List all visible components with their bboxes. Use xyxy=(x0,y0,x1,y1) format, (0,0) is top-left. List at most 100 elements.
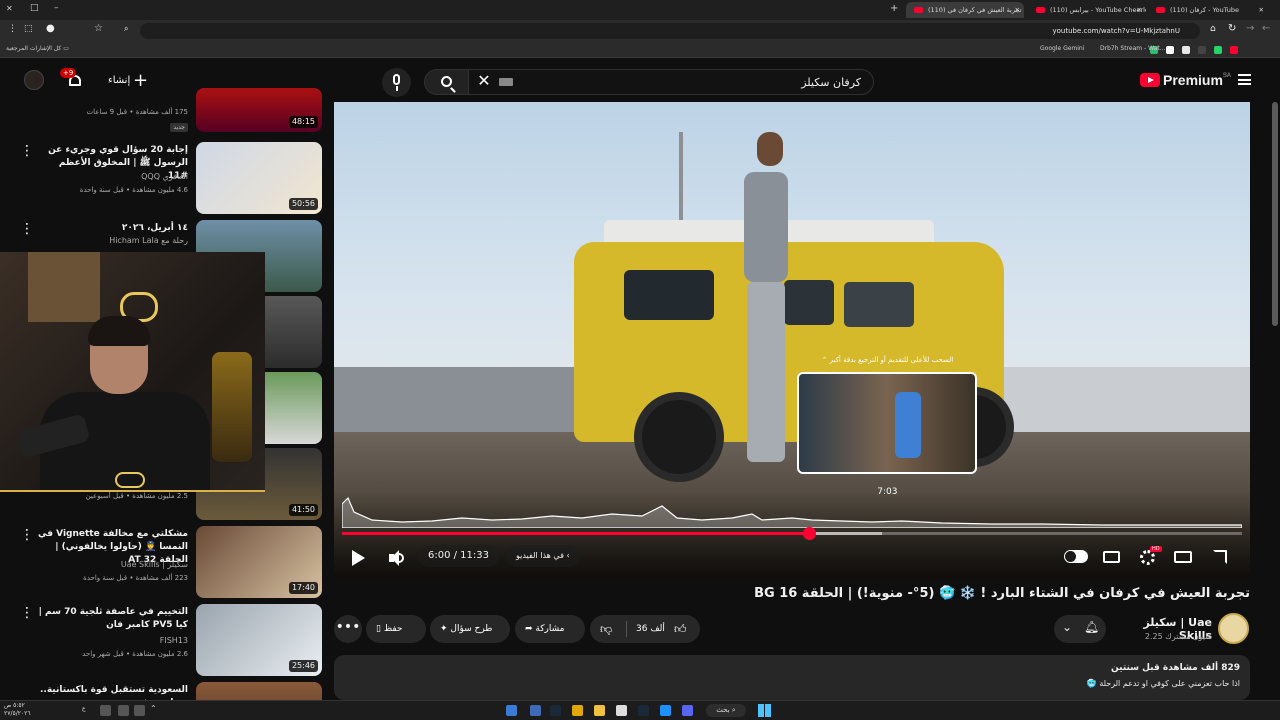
subtitles-button[interactable] xyxy=(1102,548,1122,566)
video-title[interactable]: ١٤ أبريل، ٢٠٢٦ xyxy=(36,222,188,235)
more-options-icon[interactable]: ⋮ xyxy=(20,222,34,236)
chrome-icon[interactable] xyxy=(572,705,583,716)
settings-button[interactable]: HD xyxy=(1138,546,1162,566)
page-scrollbar[interactable] xyxy=(1272,102,1278,326)
app-icon[interactable] xyxy=(530,705,541,716)
back-icon[interactable]: ← xyxy=(1262,23,1270,34)
list-item[interactable]: السعودية تستقبل قوة باكستانية.. وترامب ي… xyxy=(6,682,322,700)
progress-bar[interactable] xyxy=(342,527,1242,540)
extension-icon[interactable] xyxy=(1166,46,1174,54)
zoom-icon[interactable]: ⌕ xyxy=(124,24,128,34)
clear-search-icon[interactable]: ✕ xyxy=(474,72,494,92)
maximize-icon[interactable]: □ xyxy=(30,3,39,13)
video-title[interactable]: السعودية تستقبل قوة باكستانية.. وترامب ي… xyxy=(36,684,188,700)
close-tab-icon[interactable]: ✕ xyxy=(1137,2,1142,18)
channel-name[interactable]: سكيلز | Uae Skills xyxy=(36,560,188,569)
more-actions-button[interactable]: ••• xyxy=(334,615,362,643)
list-item[interactable]: 25:46 التخييم في عاصفة ثلجية 70 سم | كيا… xyxy=(6,604,322,678)
channel-name[interactable]: رحلة مع Hicham Lala xyxy=(36,236,188,245)
save-button[interactable]: ▯ حفظ xyxy=(366,615,426,643)
bookmark-stream[interactable]: Drb7h Stream - Wat... xyxy=(1100,45,1165,52)
home-icon[interactable]: ⌂ xyxy=(1210,24,1216,34)
video-thumbnail[interactable]: 50:56 xyxy=(196,142,322,214)
autoplay-toggle[interactable] xyxy=(1064,550,1088,563)
keyboard-icon[interactable] xyxy=(499,78,513,86)
menu-dots-icon[interactable]: ⋮ xyxy=(8,24,17,34)
video-player[interactable]: ⌃ السحب للأعلى للتقديم أو الترجيع بدقة أ… xyxy=(334,102,1250,578)
share-button[interactable]: ➦ مشاركة xyxy=(515,615,585,643)
fullscreen-button[interactable] xyxy=(1210,548,1230,566)
video-thumbnail[interactable] xyxy=(196,682,322,700)
subscribed-notifications-button[interactable]: ⌄ 🔔︎ xyxy=(1054,615,1106,643)
close-window-icon[interactable]: ✕ xyxy=(6,4,13,13)
like-button[interactable]: 👍︎ xyxy=(674,615,687,643)
channel-name[interactable]: FISH13 xyxy=(36,636,188,645)
steam-icon[interactable] xyxy=(638,705,649,716)
extension-icon[interactable] xyxy=(1182,46,1190,54)
ask-button[interactable]: ✦ طرح سؤال xyxy=(430,615,510,643)
app-icon[interactable] xyxy=(616,705,627,716)
theater-mode-button[interactable] xyxy=(1174,548,1194,566)
copilot-icon[interactable] xyxy=(506,705,517,716)
reload-icon[interactable]: ↻ xyxy=(1228,23,1236,34)
chapters-button[interactable]: في هذا الفيديو ‹ xyxy=(506,545,580,567)
bookmark-star-icon[interactable]: ☆ xyxy=(94,23,103,34)
channel-avatar[interactable] xyxy=(1218,613,1249,644)
video-title[interactable]: التخييم في عاصفة ثلجية 70 سم | كيا PV5 ك… xyxy=(36,606,188,632)
list-item[interactable]: 50:56 إجابة 20 سؤال قوي وجريء عن الرسول … xyxy=(6,142,322,216)
video-thumbnail[interactable]: 17:40 xyxy=(196,526,322,598)
x-icon[interactable] xyxy=(1198,46,1206,54)
tab-youtube-2[interactable]: (110) بيرابس - YouTube Cheerless l ✕ xyxy=(1028,2,1146,18)
new-tab-icon[interactable]: + xyxy=(890,3,898,14)
profile-icon[interactable]: ● xyxy=(46,23,55,34)
close-tab-icon[interactable]: ✕ xyxy=(1015,2,1020,18)
address-bar[interactable]: youtube.com/watch?v=U-MkjztahnU xyxy=(140,23,1200,39)
search-button[interactable] xyxy=(424,69,470,95)
more-options-icon[interactable]: ⋮ xyxy=(20,144,34,158)
clock[interactable]: ٥:٥٢ ص ٢٧/٥/٢٠٢٦ xyxy=(4,702,31,718)
tab-youtube-1[interactable]: (110) كرفان - YouTube ✕ xyxy=(1148,2,1268,18)
bookmark-gemini[interactable]: Google Gemini xyxy=(1040,45,1084,52)
video-thumbnail[interactable]: 48:15 xyxy=(196,88,322,132)
whatsapp-icon[interactable] xyxy=(1214,46,1222,54)
tab-current-video[interactable]: (110) تجربة العيش في كرفان في ✕ xyxy=(906,2,1024,18)
more-options-icon[interactable]: ⋮ xyxy=(20,528,34,542)
extensions-icon[interactable]: ⬚ xyxy=(24,24,33,34)
dislike-button[interactable]: 👎︎ xyxy=(600,615,612,643)
steam-icon[interactable] xyxy=(550,705,561,716)
taskbar-search[interactable]: بحث ⌕ xyxy=(706,704,746,717)
search-input[interactable]: كرفان سكيلز xyxy=(468,69,874,95)
forward-icon[interactable]: → xyxy=(1246,23,1254,34)
list-item[interactable]: 48:15 175 ألف مشاهدة • قبل 9 ساعات جديد xyxy=(6,88,322,136)
scrubber-handle[interactable] xyxy=(803,527,817,540)
volume-icon[interactable] xyxy=(118,705,129,716)
chapter-label: في هذا الفيديو xyxy=(516,551,564,560)
description-box[interactable]: 829 ألف مشاهدة قبل سنتين اذا حاب تعزمني … xyxy=(334,655,1250,700)
time-display: 6:00 / 11:33 xyxy=(418,545,500,567)
battery-icon[interactable] xyxy=(134,705,145,716)
channel-name[interactable]: الغافري QQQ xyxy=(36,172,188,181)
video-scene-wall xyxy=(994,367,1250,437)
video-thumbnail[interactable]: 25:46 xyxy=(196,604,322,676)
youtube-icon[interactable] xyxy=(1230,46,1238,54)
youtube-premium-logo[interactable]: PremiumSA xyxy=(1140,72,1231,88)
mute-button[interactable] xyxy=(386,548,406,568)
hamburger-menu-icon[interactable] xyxy=(1238,74,1251,85)
more-options-icon[interactable]: ⋮ xyxy=(20,606,34,620)
file-explorer-icon[interactable] xyxy=(594,705,605,716)
edge-icon[interactable] xyxy=(660,705,671,716)
close-tab-icon[interactable]: ✕ xyxy=(1259,2,1264,18)
chevron-up-icon[interactable]: ⌃ xyxy=(150,704,157,713)
wifi-icon[interactable] xyxy=(100,705,111,716)
language-indicator[interactable]: ع xyxy=(82,705,86,712)
voice-search-button[interactable] xyxy=(382,68,411,97)
account-avatar[interactable] xyxy=(24,70,44,90)
discord-icon[interactable] xyxy=(682,705,693,716)
windows-start-icon[interactable] xyxy=(758,704,771,717)
all-bookmarks-link[interactable]: كل الإشارات المرجعية ▭ xyxy=(6,45,69,52)
bookmark-icon: ▯ xyxy=(376,624,381,634)
play-button[interactable] xyxy=(348,548,368,568)
list-item[interactable]: 17:40 مشكلتي مع مخالفة Vignette في النمس… xyxy=(6,526,322,600)
theater-icon xyxy=(1174,551,1192,563)
minimize-icon[interactable]: – xyxy=(54,3,59,13)
